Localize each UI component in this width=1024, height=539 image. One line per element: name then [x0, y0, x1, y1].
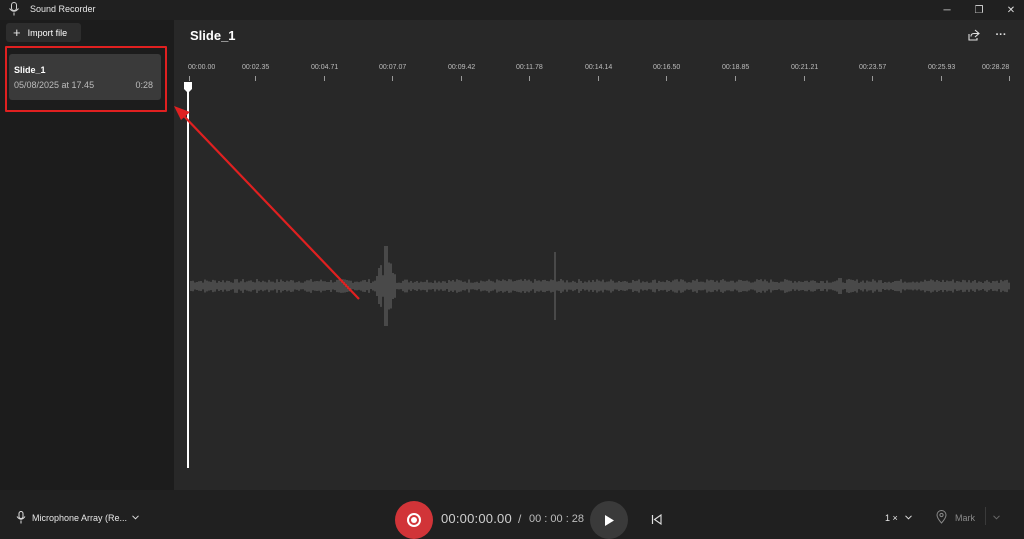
timeline-tick-label: 00:04.71: [311, 64, 339, 71]
annotation-highlight-box: [5, 46, 167, 112]
timeline-tick-label: 00:18.85: [722, 64, 750, 71]
timeline-tick: [529, 76, 530, 81]
timeline-tick-label: 00:16.50: [653, 64, 681, 71]
more-icon: ···: [995, 29, 1007, 41]
app-microphone-icon: [9, 2, 19, 16]
microphone-icon: [16, 511, 26, 524]
mark-button[interactable]: Mark: [934, 508, 982, 526]
current-time: 00:00:00.00: [441, 511, 512, 526]
mark-options-chevron-icon[interactable]: [993, 515, 1000, 520]
timeline-tick-label: 00:14.14: [585, 64, 613, 71]
timeline-tick: [941, 76, 942, 81]
share-icon: [968, 29, 980, 41]
mark-label: Mark: [955, 513, 975, 523]
playback-speed-button[interactable]: 1 ×: [880, 508, 916, 526]
play-icon: [605, 514, 614, 526]
microphone-label: Microphone Array (Re...: [32, 513, 128, 523]
timeline-tick-label: 00:02.35: [242, 64, 270, 71]
import-file-button[interactable]: + Import file: [6, 23, 81, 42]
plus-icon: +: [13, 25, 21, 40]
timeline-tick: [598, 76, 599, 81]
timeline-tick: [255, 76, 256, 81]
main-panel: Slide_1 ··· 00:00.00 00:02.35 00:04.71 0…: [174, 20, 1024, 490]
skip-back-button[interactable]: [648, 511, 664, 527]
bottom-bar: Microphone Array (Re... 00:00:00.00 / 00…: [0, 490, 1024, 539]
timeline-tick-label: 00:25.93: [928, 64, 956, 71]
restore-icon: ❐: [974, 4, 984, 16]
mark-pin-icon: [936, 510, 947, 524]
restore-button[interactable]: ❐: [962, 0, 996, 20]
record-button[interactable]: [395, 501, 433, 539]
chevron-down-icon: [905, 515, 912, 520]
timeline-tick: [804, 76, 805, 81]
timeline-tick: [735, 76, 736, 81]
timeline-tick: [189, 76, 190, 81]
timeline-tick-label: 00:23.57: [859, 64, 887, 71]
total-time: 00 : 00 : 28: [529, 513, 585, 525]
divider: [985, 507, 986, 525]
timeline-tick-label: 00:11.78: [516, 64, 543, 71]
close-button[interactable]: ✕: [994, 0, 1024, 20]
timeline-tick: [392, 76, 393, 81]
timeline-tick: [324, 76, 325, 81]
page-title: Slide_1: [190, 28, 236, 43]
import-file-label: Import file: [27, 27, 68, 38]
close-icon: ✕: [1006, 4, 1016, 16]
record-icon: [407, 513, 421, 527]
minimize-button[interactable]: ─: [930, 0, 964, 20]
timeline-tick-label: 00:21.21: [791, 64, 819, 71]
timeline-tick: [461, 76, 462, 81]
share-button[interactable]: [966, 28, 982, 42]
timeline-tick-label: 00:09.42: [448, 64, 476, 71]
play-button[interactable]: [590, 501, 628, 539]
skip-back-icon: [651, 513, 662, 525]
speed-label: 1 ×: [885, 513, 898, 523]
timeline-tick: [872, 76, 873, 81]
time-separator: /: [518, 512, 522, 526]
title-bar: Sound Recorder ─ ❐ ✕: [0, 0, 1024, 20]
timeline-tick-label: 00:28.28: [982, 64, 1010, 71]
chevron-down-icon: [132, 515, 139, 520]
timeline-tick-label: 00:00.00: [188, 64, 216, 71]
minimize-icon: ─: [943, 4, 951, 16]
app-title: Sound Recorder: [30, 4, 96, 14]
timeline-tick: [666, 76, 667, 81]
timeline-tick: [1009, 76, 1010, 81]
timeline-tick-label: 00:07.07: [379, 64, 407, 71]
more-options-button[interactable]: ···: [993, 28, 1009, 42]
microphone-selector[interactable]: Microphone Array (Re...: [30, 508, 142, 526]
